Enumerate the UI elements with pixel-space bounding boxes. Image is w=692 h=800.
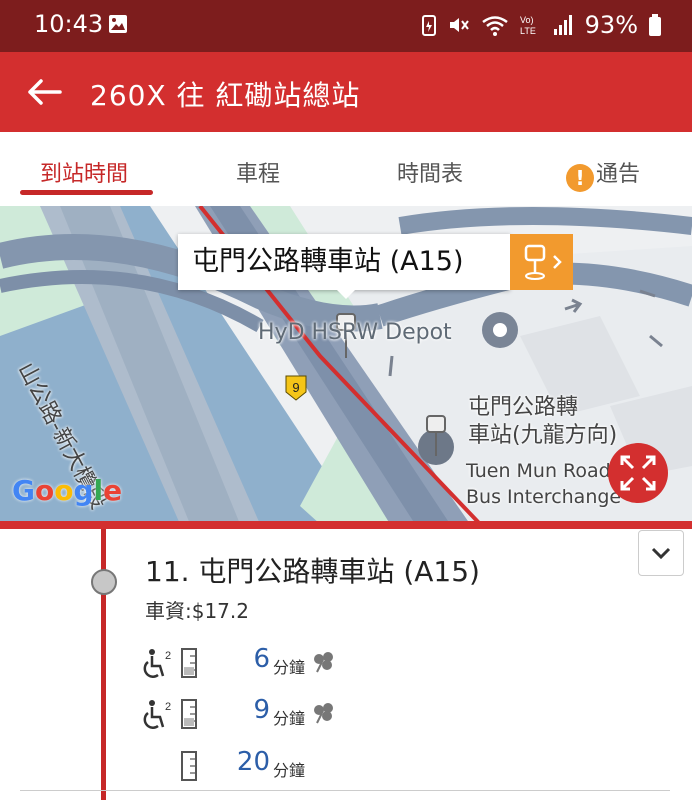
- wheelchair-count: 2: [165, 701, 171, 713]
- tab-bar: 到站時間 車程 時間表 ! 通告: [0, 132, 692, 206]
- expand-icon: [620, 455, 656, 491]
- arrow-left-icon[interactable]: [24, 72, 64, 112]
- eta-minutes: 6: [253, 644, 270, 674]
- eta-row: 2 9 分鐘: [0, 695, 692, 735]
- route-shield-label: 9: [292, 380, 299, 395]
- signal-icon: [553, 15, 572, 35]
- eta-row: 2 6 分鐘: [0, 644, 692, 684]
- volte-icon: Vo) LTE: [520, 15, 536, 36]
- gallery-icon: [109, 15, 127, 33]
- stop-name[interactable]: 11. 屯門公路轉車站 (A15): [145, 550, 480, 590]
- eta-unit: 分鐘: [273, 709, 306, 728]
- tab-journey[interactable]: 車程: [236, 156, 280, 188]
- poi-label: HyD HSRW Depot: [258, 320, 452, 345]
- battery-icon: [649, 14, 661, 36]
- station-label-en-line1: Tuen Mun Road: [466, 460, 611, 482]
- collapse-button[interactable]: [638, 530, 684, 576]
- occupancy-icon: [181, 648, 197, 678]
- tab-notice[interactable]: ! 通告: [566, 156, 640, 192]
- station-label-en: Tuen Mun Road Bus Interchange: [466, 458, 621, 510]
- wifi-icon: [481, 16, 508, 36]
- eta-minutes: 20: [236, 747, 270, 777]
- eta-unit: 分鐘: [273, 658, 306, 677]
- app-bar: 260X 往 紅磡站總站: [0, 52, 692, 132]
- row-divider: [20, 790, 670, 791]
- eta-unit: 分鐘: [273, 761, 306, 780]
- wheelchair-icon: 2: [143, 700, 171, 729]
- stop-marker: [91, 569, 117, 595]
- station-label-en-line2: Bus Interchange: [466, 486, 622, 508]
- wheelchair-icon: 2: [143, 649, 171, 678]
- data-saver-icon: [421, 15, 436, 36]
- wheelchair-count: 2: [165, 650, 171, 662]
- station-label-zh-line1: 屯門公路轉: [468, 395, 579, 420]
- google-logo: Google: [12, 474, 123, 507]
- callout-pointer: [336, 289, 356, 299]
- eta-row: 20 分鐘: [0, 747, 692, 787]
- chevron-down-icon: [651, 547, 671, 560]
- status-bar: 10:43 Vo) LTE 93%: [0, 0, 692, 52]
- stop-fare: 車資:$17.2: [145, 599, 249, 623]
- station-label-zh-line2: 車站(九龍方向): [468, 423, 618, 448]
- tab-notice-label: 通告: [596, 162, 641, 187]
- map-callout[interactable]: 屯門公路轉車站 (A15): [178, 234, 510, 290]
- scheduled-icon: [314, 652, 333, 673]
- status-icons: Vo) LTE 93%: [421, 10, 662, 40]
- callout-stop-button[interactable]: [510, 234, 573, 290]
- map-divider: [0, 521, 692, 529]
- station-label-zh: 屯門公路轉 車站(九龍方向): [468, 394, 617, 450]
- route-title: 260X 往 紅磡站總站: [90, 79, 361, 112]
- svg-text:Vo): Vo): [520, 15, 534, 25]
- scheduled-icon: [314, 703, 333, 724]
- alert-icon: !: [566, 164, 594, 192]
- bus-stop-icon: [524, 244, 562, 280]
- svg-text:LTE: LTE: [520, 26, 536, 36]
- expand-map-button[interactable]: [608, 443, 668, 503]
- occupancy-icon: [181, 699, 197, 729]
- occupancy-icon: [181, 751, 197, 781]
- mute-icon: [449, 18, 469, 32]
- tab-arrival-time[interactable]: 到站時間: [40, 156, 128, 188]
- tab-indicator: [20, 190, 153, 195]
- battery-level: 93%: [584, 11, 638, 39]
- status-time: 10:43: [34, 10, 104, 38]
- eta-minutes: 9: [253, 695, 270, 725]
- tab-timetable[interactable]: 時間表: [397, 156, 463, 188]
